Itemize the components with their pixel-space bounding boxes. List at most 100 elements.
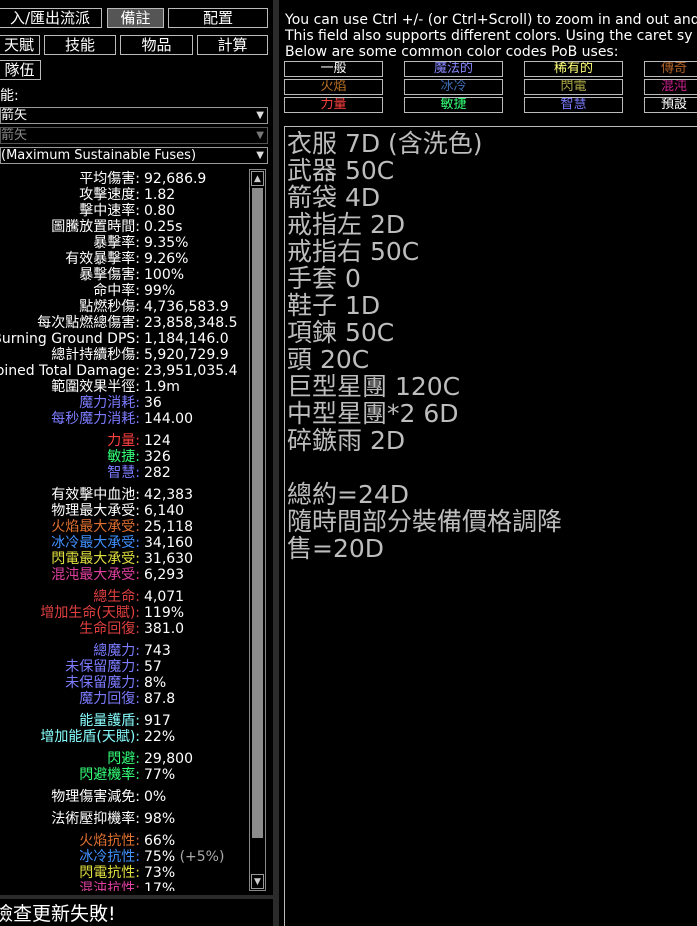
skill-part-dropdown-value: 箭矢: [1, 128, 28, 143]
color-code-button[interactable]: 一般: [284, 61, 383, 77]
stat-label: 總魔力:: [93, 643, 140, 659]
stat-label: 火焰最大承受:: [51, 519, 140, 535]
stat-value: 29,800: [144, 751, 193, 767]
stat-row: 冰冷抗性: 75% (+5%): [0, 849, 249, 865]
stat-label: 閃避:: [107, 751, 140, 767]
panel-divider[interactable]: [273, 0, 279, 926]
stat-row: 命中率: 99%: [0, 283, 249, 299]
stat-value: 5,920,729.9: [144, 347, 229, 363]
stat-row: 未保留魔力: 8%: [0, 675, 249, 691]
scroll-down-arrow-icon[interactable]: ▼: [251, 874, 264, 889]
stat-value: 0.80: [144, 203, 176, 219]
stat-label: 總生命:: [93, 589, 140, 605]
tab-skills[interactable]: 技能: [44, 35, 116, 55]
tab-tree[interactable]: 天賦: [0, 35, 40, 55]
stat-label: Burning Ground DPS:: [0, 331, 140, 347]
chevron-down-icon: ▼: [256, 130, 264, 141]
stat-label: Combined Total Damage:: [0, 363, 140, 379]
stat-value: 1.9m: [144, 379, 180, 395]
stat-label: 增加生命(天賦):: [40, 605, 140, 621]
notes-button[interactable]: 備註: [107, 8, 164, 28]
note-line: 巨型星團 120C: [287, 372, 461, 401]
status-message: 檢查更新失敗!: [0, 903, 116, 925]
color-code-button[interactable]: 預設: [644, 97, 697, 113]
status-separator: [0, 895, 273, 899]
stat-value: 23,858,348.5: [144, 315, 238, 331]
stat-value: 4,071: [144, 589, 185, 605]
color-code-button[interactable]: 火焰: [284, 79, 383, 95]
color-code-button[interactable]: 閃電: [524, 79, 623, 95]
stat-label: 總計持續秒傷:: [51, 347, 140, 363]
stat-value: 326: [144, 449, 171, 465]
note-line: 手套 0: [287, 264, 361, 293]
color-code-button[interactable]: 智慧: [524, 97, 623, 113]
import-export-button[interactable]: 入/匯出流派: [0, 8, 102, 28]
color-code-button[interactable]: 冰冷: [404, 79, 503, 95]
stat-value: 99%: [144, 283, 176, 299]
color-code-button[interactable]: 稀有的: [524, 61, 623, 77]
stat-value: 6,140: [144, 503, 185, 519]
stat-row: 魔力消耗: 36: [0, 395, 249, 411]
stat-row: 總生命: 4,071: [0, 589, 249, 605]
stat-label: 物理最大承受:: [51, 503, 140, 519]
stat-row: 火焰抗性: 66%: [0, 833, 249, 849]
stat-value: 100%: [144, 267, 185, 283]
stat-value: 4,736,583.9: [144, 299, 229, 315]
stat-value: 92,686.9: [144, 171, 207, 187]
note-line: 碎鏃雨 2D: [287, 426, 406, 455]
stat-label: 每次點燃總傷害:: [37, 315, 140, 331]
stat-value: 17%: [144, 881, 176, 891]
color-code-button[interactable]: 魔法的: [404, 61, 503, 77]
scroll-up-arrow-icon[interactable]: ▲: [251, 171, 264, 186]
stat-value: 9.35%: [144, 235, 189, 251]
note-line: 項鍊 50C: [287, 318, 395, 347]
stat-label: 圖騰放置時間:: [51, 219, 140, 235]
stat-row: 範圍效果半徑: 1.9m: [0, 379, 249, 395]
scroll-thumb[interactable]: [252, 188, 263, 838]
stat-row: Combined Total Damage:23,951,035.4: [0, 363, 249, 379]
tab-calcs[interactable]: 計算: [197, 35, 268, 55]
skill-mode-dropdown[interactable]: (Maximum Sustainable Fuses) ▼: [0, 147, 268, 164]
config-button[interactable]: 配置: [168, 8, 268, 28]
stat-label: 智慧:: [107, 465, 140, 481]
tab-items[interactable]: 物品: [120, 35, 193, 55]
stat-row: 攻擊速度: 1.82: [0, 187, 249, 203]
stat-label: 敏捷:: [107, 449, 140, 465]
color-code-button[interactable]: 傳奇: [644, 61, 697, 77]
color-code-button[interactable]: 混沌: [644, 79, 697, 95]
stat-value: 144.00: [144, 411, 193, 427]
stat-value: 124: [144, 433, 171, 449]
stats-panel: 平均傷害: 92,686.9 攻擊速度: 1.82 擊中速率: 0.80 圖騰放置時間: 0.…: [0, 169, 249, 891]
stat-label: 力量:: [107, 433, 140, 449]
stat-label: 擊中速率:: [79, 203, 140, 219]
stat-row: 魔力回復: 87.8: [0, 691, 249, 707]
stat-value: 73%: [144, 865, 176, 881]
party-button[interactable]: 隊伍: [0, 60, 41, 80]
stat-row: 圖騰放置時間: 0.25s: [0, 219, 249, 235]
note-line: 總約=24D: [287, 480, 410, 509]
chevron-down-icon: ▼: [256, 110, 264, 121]
stat-row: 有效暴擊率: 9.26%: [0, 251, 249, 267]
stat-row: 火焰最大承受: 25,118: [0, 519, 249, 535]
skill-dropdown-value: 箭矢: [1, 108, 28, 123]
stat-value: 66%: [144, 833, 176, 849]
notes-textarea[interactable]: 衣服 7D (含洗色) 武器 50C 箭袋 4D 戒指左 2D 戒指右 50C 手套 0鞋…: [284, 126, 697, 926]
skill-dropdown[interactable]: 箭矢 ▼: [0, 107, 268, 124]
stats-scrollbar[interactable]: ▲ ▼: [249, 169, 266, 891]
stat-row: 點燃秒傷: 4,736,583.9: [0, 299, 249, 315]
stat-row: 暴擊率: 9.35%: [0, 235, 249, 251]
stat-value: 57: [144, 659, 162, 675]
color-code-button[interactable]: 力量: [284, 97, 383, 113]
stat-row: 混沌最大承受: 6,293: [0, 567, 249, 583]
stat-row: 增加生命(天賦): 119%: [0, 605, 249, 621]
color-code-button[interactable]: 敏捷: [404, 97, 503, 113]
stat-label: 暴擊率:: [93, 235, 140, 251]
stat-label: 法術壓抑機率:: [51, 811, 140, 827]
skill-part-dropdown[interactable]: 箭矢 ▼: [0, 127, 268, 144]
stat-row: 物理最大承受: 6,140: [0, 503, 249, 519]
stat-value: 282: [144, 465, 171, 481]
stat-row: 暴擊傷害: 100%: [0, 267, 249, 283]
stat-row: 每秒魔力消耗: 144.00: [0, 411, 249, 427]
stat-label: 點燃秒傷:: [79, 299, 140, 315]
stat-value: 36: [144, 395, 162, 411]
